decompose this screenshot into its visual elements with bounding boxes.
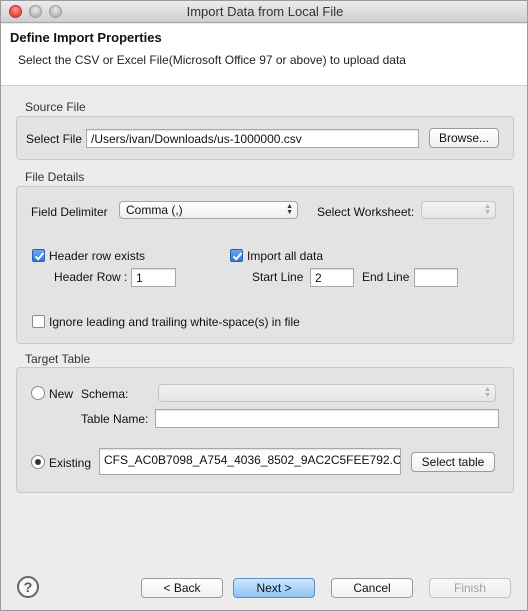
header-row-label: Header Row : [54, 270, 128, 284]
updown-arrows-icon: ▲ ▼ [484, 203, 491, 216]
page-subtitle: Select the CSV or Excel File(Microsoft O… [18, 53, 406, 67]
window-title: Import Data from Local File [186, 4, 344, 19]
file-details-group-label: File Details [25, 170, 85, 184]
target-table-group-label: Target Table [25, 352, 91, 366]
next-button[interactable]: Next > [233, 578, 315, 598]
updown-arrows-icon: ▲ ▼ [286, 203, 293, 216]
start-line-input[interactable]: 2 [310, 268, 354, 287]
header-row-input[interactable]: 1 [131, 268, 176, 287]
page-title: Define Import Properties [10, 30, 162, 45]
browse-button[interactable]: Browse... [429, 128, 499, 148]
worksheet-select: ▲ ▼ [421, 201, 496, 219]
start-line-label: Start Line [252, 270, 304, 284]
end-line-label: End Line [362, 270, 410, 284]
wizard-header: Define Import Properties Select the CSV … [1, 24, 527, 86]
header-row-exists-checkbox[interactable] [32, 249, 45, 262]
field-delimiter-value: Comma (,) [126, 203, 183, 217]
field-delimiter-select[interactable]: Comma (,) ▲ ▼ [119, 201, 298, 219]
existing-table-input[interactable]: CFS_AC0B7098_A754_4036_8502_9AC2C5FEE792… [99, 448, 401, 475]
back-button[interactable]: < Back [141, 578, 223, 598]
import-dialog-window: Import Data from Local File Define Impor… [0, 0, 528, 611]
existing-table-radio[interactable] [31, 455, 45, 469]
ignore-whitespace-label: Ignore leading and trailing white-space(… [49, 315, 300, 329]
help-icon[interactable]: ? [17, 576, 39, 598]
schema-label: Schema: [81, 387, 129, 401]
table-name-label: Table Name: [81, 412, 149, 426]
file-path-input[interactable]: /Users/ivan/Downloads/us-1000000.csv [86, 129, 419, 148]
select-worksheet-label: Select Worksheet: [317, 205, 415, 219]
source-file-group-label: Source File [25, 100, 86, 114]
cancel-button[interactable]: Cancel [331, 578, 413, 598]
select-table-button[interactable]: Select table [411, 452, 495, 472]
field-delimiter-label: Field Delimiter [31, 205, 108, 219]
end-line-input[interactable] [414, 268, 458, 287]
table-name-input[interactable] [155, 409, 499, 428]
new-table-label: New [49, 387, 74, 401]
select-file-label: Select File [26, 132, 83, 146]
import-all-data-label: Import all data [247, 249, 324, 263]
header-row-exists-label: Header row exists [49, 249, 146, 263]
finish-button: Finish [429, 578, 511, 598]
new-table-radio[interactable] [31, 386, 45, 400]
checkmark-icon [232, 252, 243, 261]
existing-table-label: Existing [49, 456, 92, 470]
ignore-whitespace-checkbox[interactable] [32, 315, 45, 328]
schema-select: ▲ ▼ [158, 384, 496, 402]
import-all-data-checkbox[interactable] [230, 249, 243, 262]
updown-arrows-icon: ▲ ▼ [484, 386, 491, 399]
checkmark-icon [34, 252, 45, 261]
title-bar[interactable]: Import Data from Local File [1, 1, 527, 23]
